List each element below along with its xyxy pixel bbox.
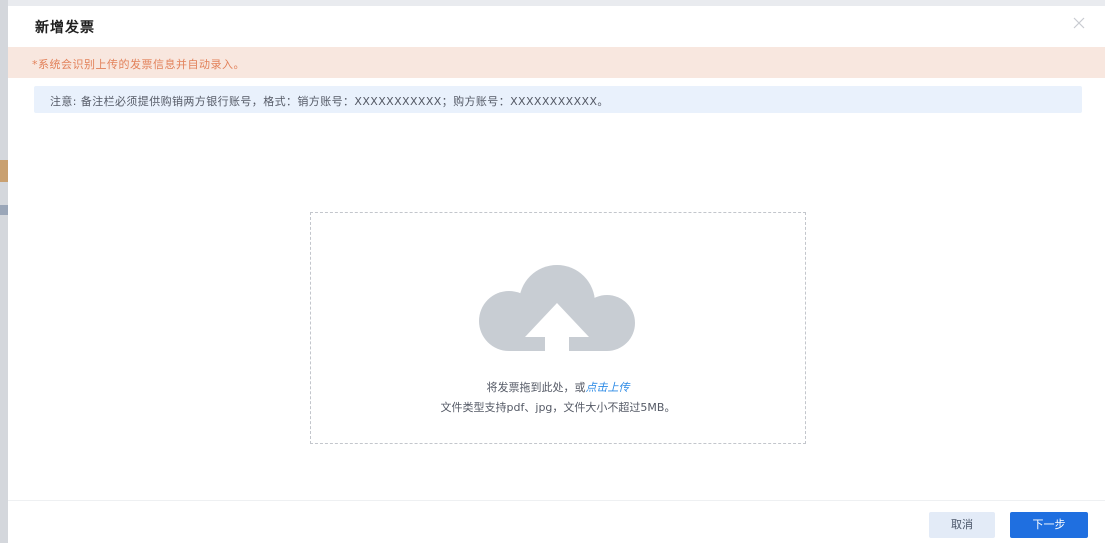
info-alert: 注意: 备注栏必须提供购销两方银行账号，格式：销方账号：XXXXXXXXXXX；…: [34, 86, 1082, 113]
background-page-edge: [0, 0, 8, 543]
add-invoice-dialog: 新增发票 *系统会识别上传的发票信息并自动录入。 注意: 备注栏必须提供购销两方…: [8, 0, 1105, 543]
upload-hint-text: 将发票拖到此处，或: [486, 381, 586, 394]
notice-bar: *系统会识别上传的发票信息并自动录入。: [8, 47, 1105, 78]
notice-text: *系统会识别上传的发票信息并自动录入。: [32, 58, 245, 71]
cloud-upload-icon: [469, 263, 645, 359]
page: 新增发票 *系统会识别上传的发票信息并自动录入。 注意: 备注栏必须提供购销两方…: [0, 0, 1105, 543]
background-mark: [0, 160, 8, 182]
background-mark: [0, 205, 8, 215]
info-text: 注意: 备注栏必须提供购销两方银行账号，格式：销方账号：XXXXXXXXXXX；…: [50, 95, 609, 108]
upload-file-requirements: 文件类型支持pdf、jpg，文件大小不超过5MB。: [440, 401, 676, 414]
click-upload-link[interactable]: 点击上传: [586, 381, 630, 394]
dialog-title: 新增发票: [35, 20, 95, 36]
next-step-button[interactable]: 下一步: [1010, 512, 1088, 538]
footer-divider: [8, 500, 1105, 501]
cancel-button[interactable]: 取消: [929, 512, 995, 538]
close-icon[interactable]: [1071, 15, 1087, 31]
dialog-header: 新增发票: [8, 6, 1105, 46]
upload-hint: 将发票拖到此处，或点击上传: [311, 379, 805, 395]
upload-dropzone[interactable]: 将发票拖到此处，或点击上传 文件类型支持pdf、jpg，文件大小不超过5MB。: [310, 212, 806, 444]
